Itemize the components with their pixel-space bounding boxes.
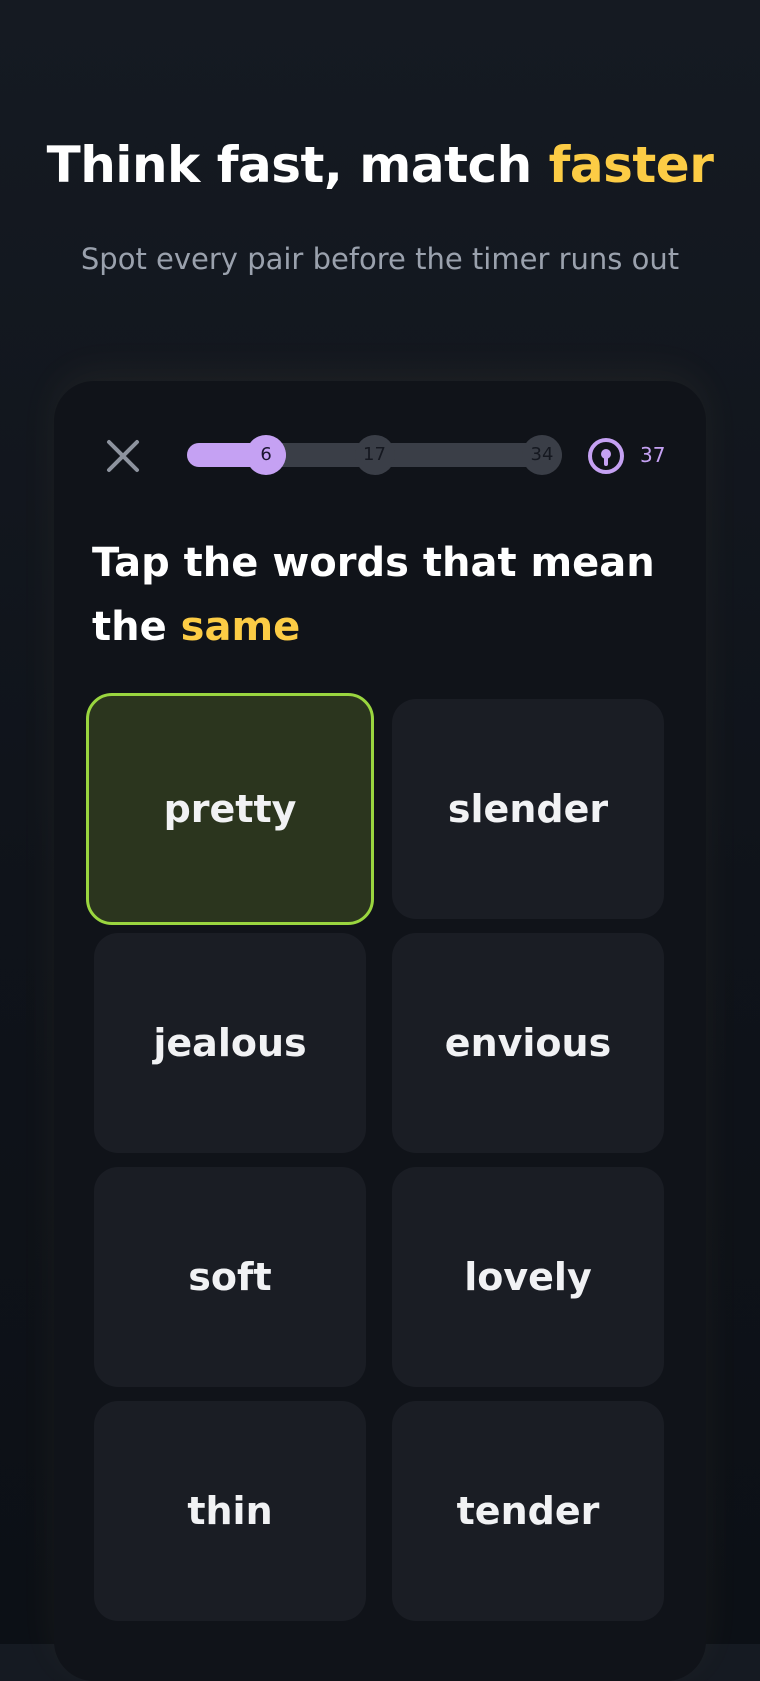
- word-tile[interactable]: lovely: [392, 1167, 664, 1387]
- close-icon: [107, 440, 139, 472]
- question-prompt: Tap the words that mean the same: [92, 531, 672, 659]
- prompt-main: Tap the words that mean the: [92, 540, 655, 650]
- prompt-accent: same: [180, 604, 301, 650]
- headline-main: Think fast, match: [46, 136, 549, 194]
- word-tile[interactable]: envious: [392, 933, 664, 1153]
- close-button[interactable]: [104, 437, 142, 475]
- page-headline: Think fast, match faster: [0, 136, 760, 194]
- progress-marker-3: 34: [522, 435, 562, 475]
- word-tile[interactable]: soft: [94, 1167, 366, 1387]
- progress-marker-2: 17: [354, 435, 395, 475]
- word-tile[interactable]: pretty: [86, 693, 374, 925]
- page-subtitle: Spot every pair before the timer runs ou…: [80, 242, 680, 276]
- progress-bar: 6 17 34: [187, 435, 562, 475]
- progress-marker-1: 6: [246, 435, 287, 475]
- word-tile[interactable]: tender: [392, 1401, 664, 1621]
- timer-value: 37: [640, 443, 666, 467]
- headline-accent: faster: [548, 136, 714, 194]
- game-card: 6 17 34 37 Tap the words that mean the s…: [54, 381, 706, 1681]
- word-tile[interactable]: thin: [94, 1401, 366, 1621]
- timer-icon: [586, 436, 626, 476]
- word-tile[interactable]: jealous: [94, 933, 366, 1153]
- word-tile[interactable]: slender: [392, 699, 664, 919]
